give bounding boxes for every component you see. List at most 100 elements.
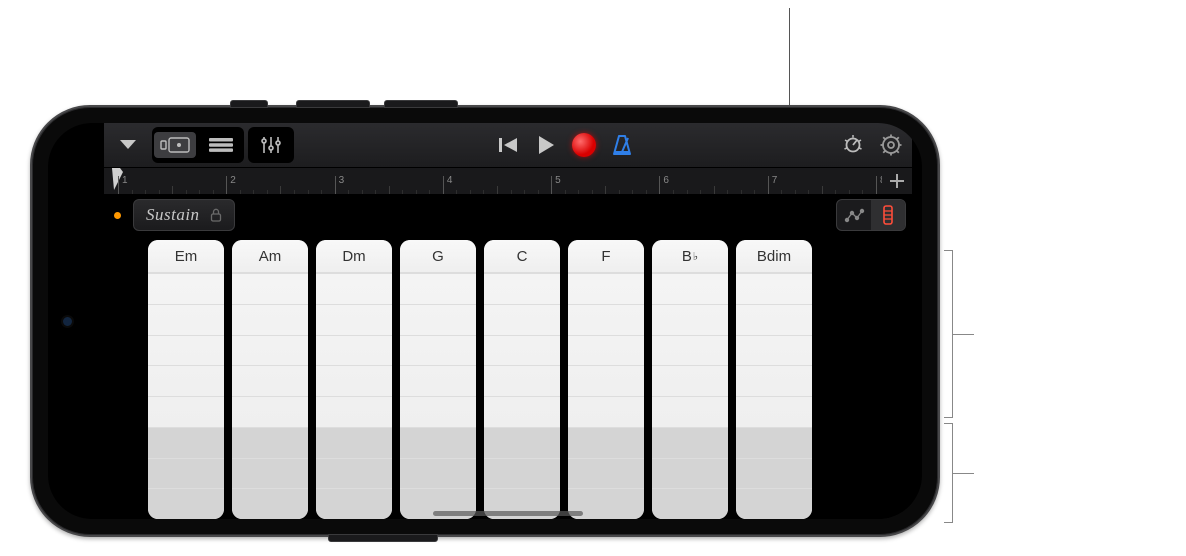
chord-bass-segment[interactable] [652, 427, 728, 458]
chord-segment[interactable] [652, 273, 728, 304]
chord-segment[interactable] [484, 335, 560, 366]
sustain-toggle[interactable]: Sustain [133, 199, 235, 231]
chord-segment[interactable] [232, 304, 308, 335]
chord-segment[interactable] [232, 273, 308, 304]
home-indicator [433, 511, 583, 516]
mixer-button[interactable] [250, 132, 292, 158]
chord-segment[interactable] [400, 365, 476, 396]
chord-segment[interactable] [400, 304, 476, 335]
play-button[interactable] [529, 130, 563, 160]
chord-bass-segment[interactable] [400, 458, 476, 489]
chord-strip[interactable]: Am [232, 240, 308, 519]
chord-strip[interactable]: F [568, 240, 644, 519]
chord-segment[interactable] [484, 273, 560, 304]
chord-segment[interactable] [568, 273, 644, 304]
device-screen: 12345678 Sustain [48, 123, 922, 519]
chord-segment[interactable] [568, 304, 644, 335]
chord-segment[interactable] [736, 396, 812, 427]
chord-bass-segment[interactable] [736, 488, 812, 519]
chord-bass-segment[interactable] [316, 427, 392, 458]
ruler-bar-number: 2 [230, 175, 236, 186]
metronome-button[interactable] [605, 130, 639, 160]
chord-segment[interactable] [736, 365, 812, 396]
chord-bass-segment[interactable] [148, 488, 224, 519]
chord-label: Em [148, 240, 224, 273]
play-mode-chord-strips-button[interactable] [871, 200, 905, 230]
main-toolbar [104, 123, 912, 168]
chord-segment[interactable] [736, 335, 812, 366]
chord-bass-segment[interactable] [148, 427, 224, 458]
chord-bass-segment[interactable] [568, 427, 644, 458]
chord-segment[interactable] [148, 365, 224, 396]
chord-bass-segment[interactable] [316, 488, 392, 519]
chord-bass-segment[interactable] [316, 458, 392, 489]
chord-strip[interactable]: Bdim [736, 240, 812, 519]
chord-segment[interactable] [484, 396, 560, 427]
ruler-bar-number: 5 [555, 175, 561, 186]
chord-bass-segment[interactable] [652, 458, 728, 489]
chord-segment[interactable] [652, 365, 728, 396]
ruler-bar-number: 8 [880, 175, 882, 186]
chord-strip[interactable]: B♭ [652, 240, 728, 519]
chord-segment[interactable] [148, 304, 224, 335]
chord-bass-segment[interactable] [568, 458, 644, 489]
device-volume-up [296, 100, 370, 108]
chord-strip[interactable]: Dm [316, 240, 392, 519]
chord-bass-segment[interactable] [652, 488, 728, 519]
chord-bass-segment[interactable] [484, 458, 560, 489]
chord-bass-segment[interactable] [232, 458, 308, 489]
notes-mode-icon [843, 206, 865, 224]
chord-bass-segment[interactable] [484, 427, 560, 458]
chord-segment[interactable] [484, 304, 560, 335]
view-instrument-button[interactable] [154, 132, 196, 158]
chord-segment[interactable] [232, 335, 308, 366]
add-section-button[interactable] [882, 168, 912, 194]
chord-segment[interactable] [148, 273, 224, 304]
chord-segment[interactable] [736, 304, 812, 335]
chord-segment[interactable] [568, 365, 644, 396]
chord-segment[interactable] [484, 365, 560, 396]
chord-segment[interactable] [736, 273, 812, 304]
chord-segment[interactable] [316, 335, 392, 366]
chord-segment[interactable] [400, 335, 476, 366]
chord-segment[interactable] [652, 304, 728, 335]
chord-segment[interactable] [400, 273, 476, 304]
record-button[interactable] [567, 130, 601, 160]
chord-segment[interactable] [400, 396, 476, 427]
chord-segment[interactable] [232, 365, 308, 396]
chord-segment[interactable] [148, 396, 224, 427]
chord-segment[interactable] [316, 273, 392, 304]
chord-segment[interactable] [148, 335, 224, 366]
chord-segment[interactable] [568, 396, 644, 427]
chord-segment[interactable] [568, 335, 644, 366]
ruler-scale[interactable]: 12345678 [104, 168, 882, 194]
record-icon [572, 133, 596, 157]
settings-button[interactable] [874, 130, 908, 160]
chord-bass-segment[interactable] [232, 427, 308, 458]
chord-segment[interactable] [652, 335, 728, 366]
chord-segment[interactable] [316, 304, 392, 335]
chord-strip[interactable]: G [400, 240, 476, 519]
view-tracks-button[interactable] [200, 132, 242, 158]
timeline-ruler[interactable]: 12345678 [104, 168, 912, 195]
autoplay-indicator-icon [114, 212, 121, 219]
track-controls-button[interactable] [836, 130, 870, 160]
chord-label: C [484, 240, 560, 273]
go-to-beginning-button[interactable] [491, 130, 525, 160]
chord-bass-segment[interactable] [736, 427, 812, 458]
chord-strip[interactable]: Em [148, 240, 224, 519]
chord-bass-segment[interactable] [148, 458, 224, 489]
device-side-button [328, 534, 438, 542]
chord-segment[interactable] [316, 365, 392, 396]
instrument-control-strip: Sustain [104, 195, 912, 236]
chevron-down-icon [119, 139, 137, 151]
play-mode-notes-button[interactable] [837, 200, 871, 230]
chord-bass-segment[interactable] [736, 458, 812, 489]
chord-bass-segment[interactable] [400, 427, 476, 458]
chord-bass-segment[interactable] [232, 488, 308, 519]
chord-segment[interactable] [316, 396, 392, 427]
chord-strip[interactable]: C [484, 240, 560, 519]
browser-button[interactable] [108, 130, 148, 160]
chord-segment[interactable] [652, 396, 728, 427]
chord-segment[interactable] [232, 396, 308, 427]
